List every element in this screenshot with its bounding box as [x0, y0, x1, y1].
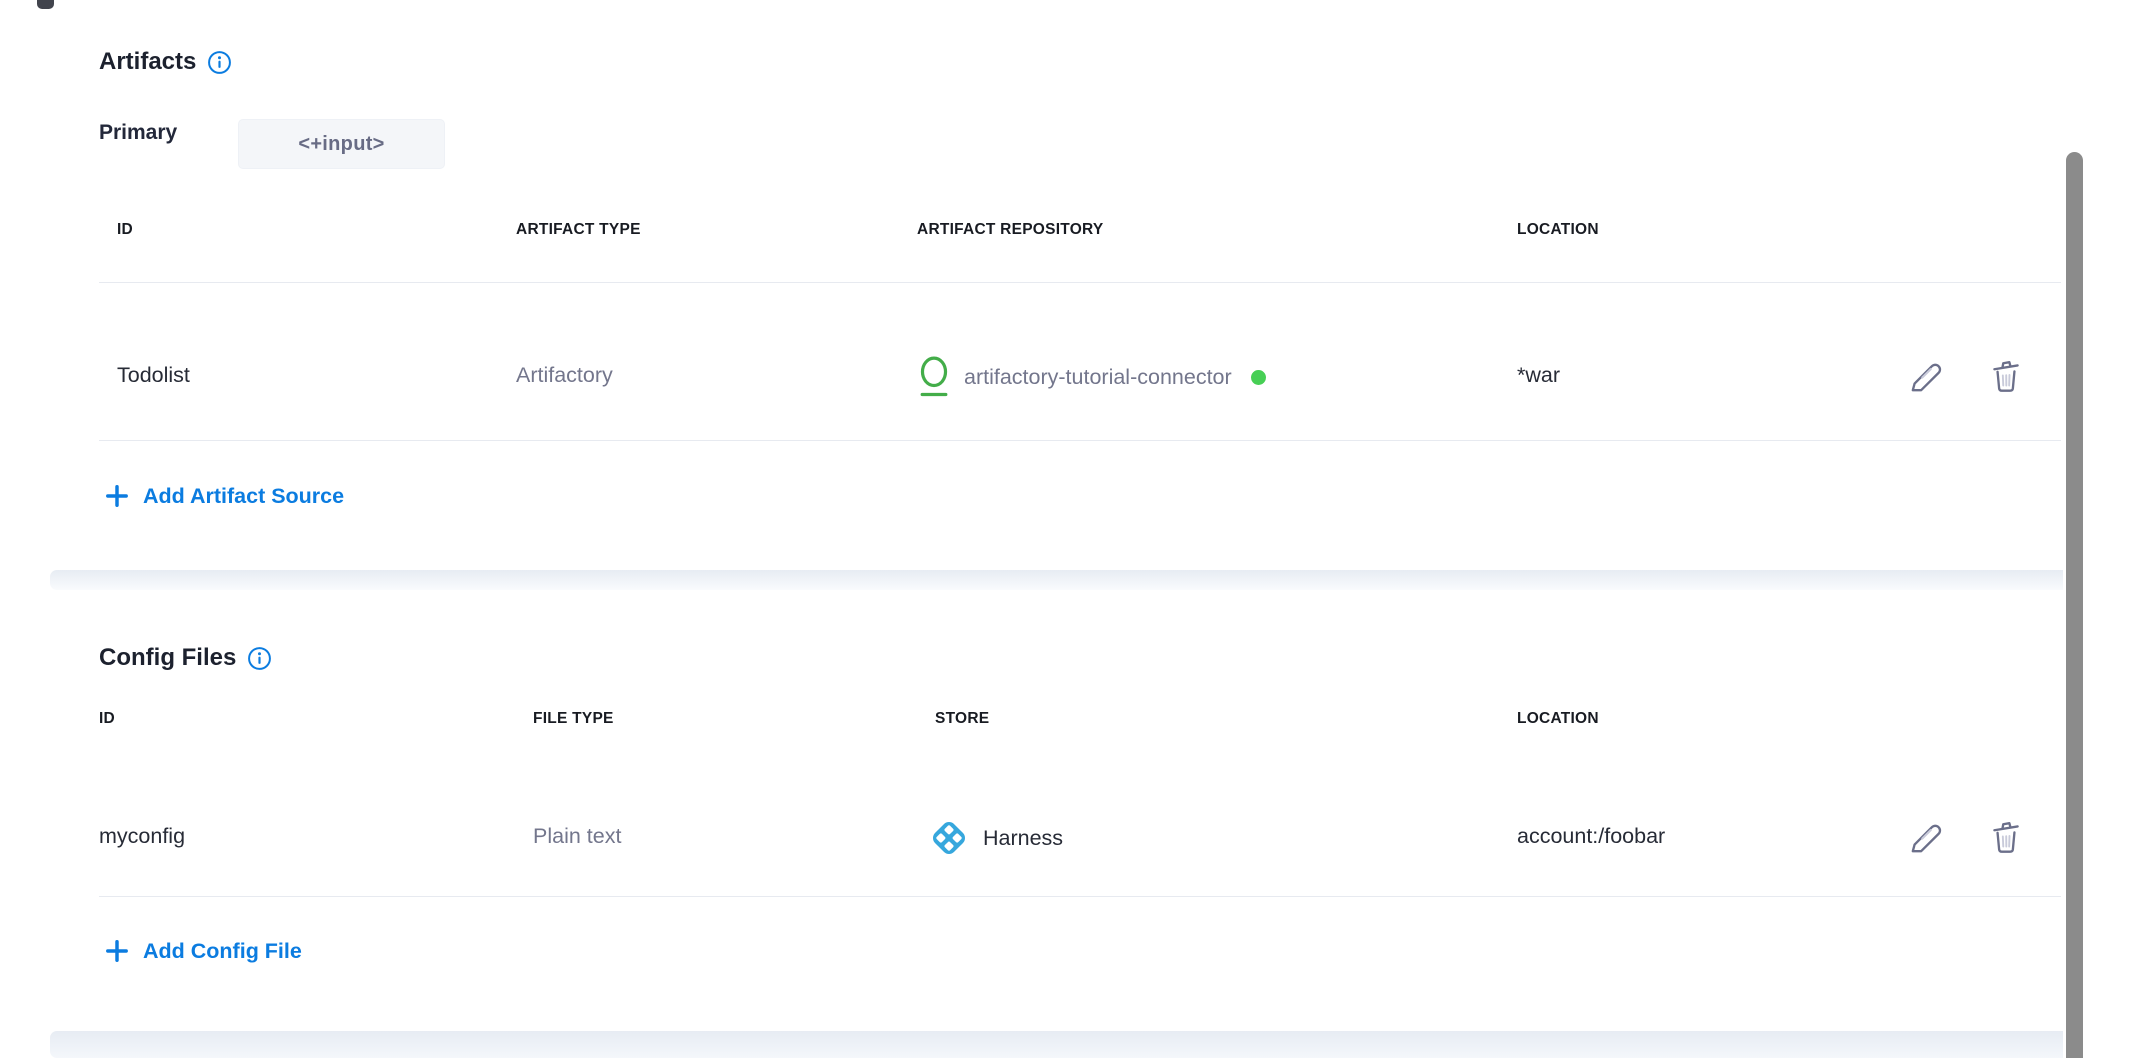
pencil-icon — [1907, 819, 1945, 857]
artifacts-title: Artifacts — [99, 48, 196, 76]
config-files-info-icon[interactable] — [247, 646, 272, 671]
artifacts-header-location: LOCATION — [1517, 221, 1599, 239]
connector-status-dot — [1251, 370, 1266, 385]
config-row-divider — [99, 896, 2061, 897]
primary-artifact-label: Primary — [99, 121, 177, 145]
config-header-location: LOCATION — [1517, 710, 1599, 728]
delete-artifact-button[interactable] — [1986, 354, 2026, 398]
harness-icon — [926, 815, 972, 861]
top-scrollbar-remnant — [37, 0, 54, 9]
artifacts-header-type: ARTIFACT TYPE — [516, 221, 641, 239]
primary-artifact-runtime-input-chip[interactable]: <+input> — [238, 119, 445, 169]
plus-icon — [104, 938, 130, 964]
edit-artifact-button[interactable] — [1906, 355, 1946, 399]
artifact-repository-name: artifactory-tutorial-connector — [964, 365, 1232, 390]
bottom-gap-band — [50, 1031, 2063, 1058]
config-row-file-type: Plain text — [533, 824, 621, 849]
pencil-icon — [1907, 358, 1945, 396]
edit-config-file-button[interactable] — [1906, 816, 1946, 860]
config-row-id: myconfig — [99, 824, 185, 849]
config-files-title: Config Files — [99, 644, 236, 672]
config-header-file-type: FILE TYPE — [533, 710, 614, 728]
add-artifact-source-label: Add Artifact Source — [143, 484, 344, 509]
artifacts-header-repository: ARTIFACT REPOSITORY — [917, 221, 1103, 239]
delete-config-file-button[interactable] — [1986, 815, 2026, 859]
artifacts-info-icon[interactable] — [207, 50, 232, 75]
section-gap-band — [50, 570, 2063, 590]
artifacts-section-heading: Artifacts — [99, 48, 232, 76]
info-icon — [207, 50, 232, 75]
trash-icon — [1987, 356, 2025, 396]
config-row-location: account:/foobar — [1517, 824, 1665, 849]
artifacts-header-id: ID — [117, 221, 133, 239]
trash-icon — [1987, 817, 2025, 857]
info-icon — [247, 646, 272, 671]
artifact-row-type: Artifactory — [516, 363, 613, 388]
config-row-store: Harness — [926, 814, 1063, 862]
artifact-row-location: *war — [1517, 363, 1560, 388]
config-header-id: ID — [99, 710, 115, 728]
artifacts-row-divider — [99, 440, 2061, 441]
config-files-section-heading: Config Files — [99, 644, 272, 672]
artifactory-icon — [917, 354, 951, 400]
artifacts-header-divider — [99, 282, 2061, 283]
config-store-name: Harness — [983, 826, 1063, 851]
add-config-file-button[interactable]: Add Config File — [104, 938, 302, 964]
artifact-row-repository: artifactory-tutorial-connector — [917, 352, 1266, 402]
vertical-scrollbar-thumb[interactable] — [2066, 152, 2083, 1058]
add-artifact-source-button[interactable]: Add Artifact Source — [104, 483, 344, 509]
service-definition-panel: Artifacts Primary <+input> ID ARTIFACT T… — [0, 0, 2130, 1058]
config-header-store: STORE — [935, 710, 989, 728]
add-config-file-label: Add Config File — [143, 939, 302, 964]
plus-icon — [104, 483, 130, 509]
artifact-row-id: Todolist — [117, 363, 190, 388]
